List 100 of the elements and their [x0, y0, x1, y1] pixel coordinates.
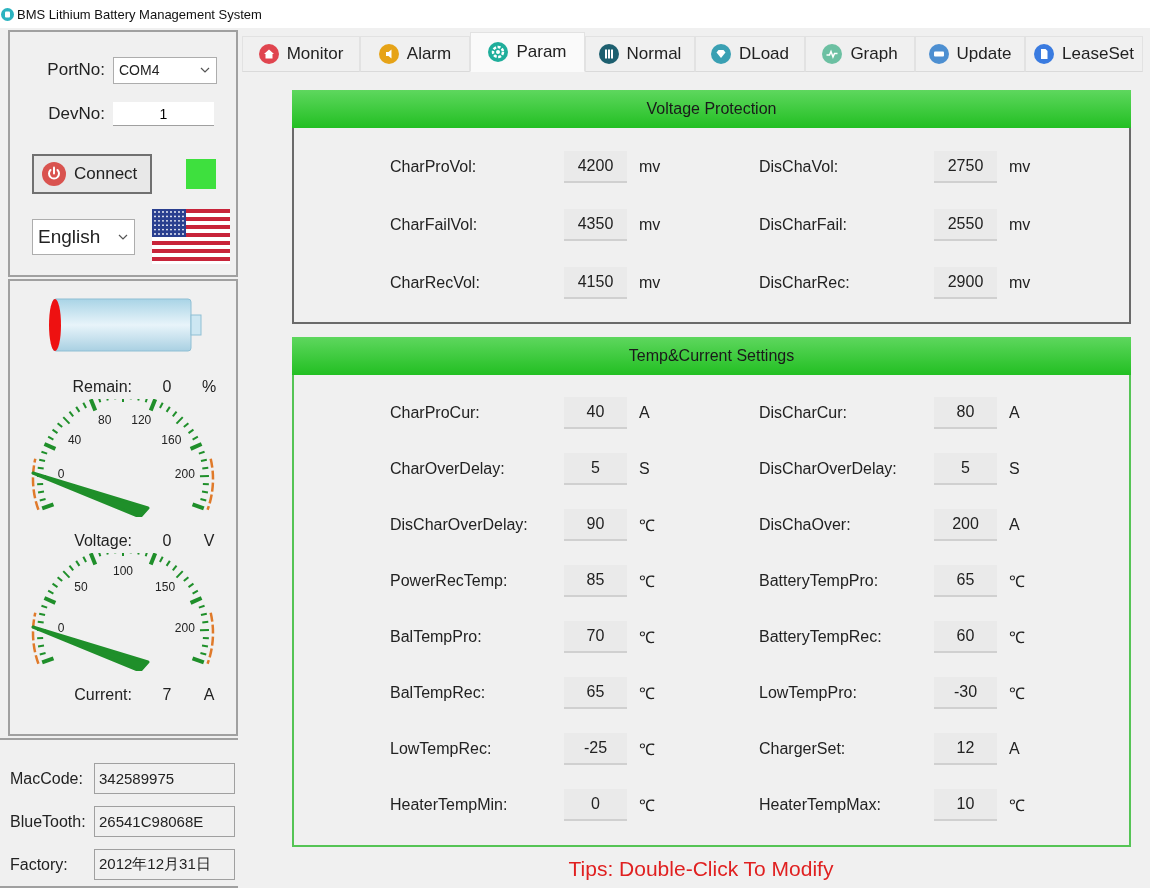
- field-label: DisCharFail:: [759, 216, 848, 234]
- info-label: MacCode:: [10, 769, 84, 788]
- gauge-tick-label: 80: [98, 412, 112, 427]
- tab[interactable]: Graph: [805, 36, 915, 72]
- value-field[interactable]: 80: [934, 397, 997, 429]
- gauge-tick-label: 0: [57, 467, 65, 482]
- field-label: DisCharOverDelay:: [390, 516, 529, 534]
- field-label: ChargerSet:: [759, 740, 847, 758]
- gauge-tick-label: 200: [174, 621, 195, 636]
- field-label: CharProCur:: [390, 404, 481, 422]
- value-field[interactable]: 12: [934, 733, 997, 765]
- value-field[interactable]: 90: [564, 509, 627, 541]
- field-label: DisCharCur:: [759, 404, 848, 422]
- info-label: BlueTooth:: [10, 812, 87, 831]
- info-field[interactable]: 2012年12月31日: [94, 849, 235, 880]
- unit-label: ℃: [1009, 684, 1026, 704]
- gauge-tick-label: 200: [174, 467, 195, 482]
- device-number-field[interactable]: 1: [113, 102, 214, 126]
- reading-value: 7: [161, 686, 173, 705]
- speaker-icon: [378, 44, 399, 64]
- value-field[interactable]: 10: [934, 789, 997, 821]
- value-field[interactable]: 4200: [564, 151, 627, 183]
- field-label: CharFailVol:: [390, 216, 479, 234]
- value-field[interactable]: 70: [564, 621, 627, 653]
- reading-unit: %: [202, 378, 216, 397]
- field-label: CharProVol:: [390, 158, 478, 176]
- value-field[interactable]: 4150: [564, 267, 627, 299]
- tab[interactable]: Param: [470, 32, 585, 72]
- tab[interactable]: DLoad: [695, 36, 805, 72]
- gauge-tick-label: 0: [57, 621, 65, 636]
- gauge-tick-label: 120: [131, 412, 152, 427]
- language-dropdown[interactable]: English: [32, 218, 135, 255]
- unit-label: ℃: [639, 628, 656, 648]
- value-field[interactable]: 65: [564, 677, 627, 709]
- unit-label: ℃: [1009, 628, 1026, 648]
- field-label: CharOverDelay:: [390, 460, 506, 478]
- field-label: BalTempRec:: [390, 684, 487, 702]
- info-field[interactable]: 26541C98068E: [94, 806, 235, 837]
- unit-label: ℃: [1009, 796, 1026, 816]
- tab[interactable]: LeaseSet: [1025, 36, 1143, 72]
- field-label: HeaterTempMin:: [390, 796, 509, 814]
- value-field[interactable]: 5: [934, 453, 997, 485]
- caret-icon: [118, 233, 128, 240]
- unit-label: ℃: [639, 740, 656, 760]
- reading-label: Remain:: [71, 378, 132, 397]
- value-field[interactable]: 2750: [934, 151, 997, 183]
- unit-label: A: [1009, 516, 1021, 534]
- gauge-tick-label: 160: [161, 433, 182, 448]
- field-label: PowerRecTemp:: [390, 572, 509, 590]
- reading-unit: A: [202, 686, 216, 705]
- info-field[interactable]: 342589975: [94, 763, 235, 794]
- value-field[interactable]: -30: [934, 677, 997, 709]
- unit-label: mv: [639, 216, 662, 234]
- unit-label: A: [639, 404, 651, 422]
- value-field[interactable]: 0: [564, 789, 627, 821]
- field-label: LowTempPro:: [759, 684, 858, 702]
- unit-label: ℃: [1009, 572, 1026, 592]
- window-title: BMS Lithium Battery Management System: [17, 6, 262, 22]
- unit-label: mv: [1009, 274, 1032, 292]
- value-field[interactable]: 40: [564, 397, 627, 429]
- value-field[interactable]: 200: [934, 509, 997, 541]
- reading-value: 0: [161, 532, 173, 551]
- device-label: DevNo:: [47, 104, 106, 124]
- field-label: BatteryTempRec:: [759, 628, 883, 646]
- reading-label: Current:: [73, 686, 132, 705]
- value-field[interactable]: -25: [564, 733, 627, 765]
- unit-label: mv: [639, 274, 662, 292]
- value-field[interactable]: 5: [564, 453, 627, 485]
- value-field[interactable]: 2900: [934, 267, 997, 299]
- field-label: LowTempRec:: [390, 740, 493, 758]
- unit-label: S: [639, 460, 651, 478]
- panel-header: Temp&Current Settings: [292, 337, 1131, 375]
- bars-icon: [598, 44, 619, 64]
- field-label: DisChaOver:: [759, 516, 852, 534]
- value-field[interactable]: 60: [934, 621, 997, 653]
- tab[interactable]: Update: [915, 36, 1025, 72]
- unit-label: A: [1009, 740, 1021, 758]
- caret-icon: [200, 67, 210, 73]
- field-label: CharRecVol:: [390, 274, 481, 292]
- battery-icon: [928, 44, 949, 64]
- unit-label: S: [1009, 460, 1021, 478]
- gauge-tick-label: 50: [74, 580, 88, 595]
- value-field[interactable]: 85: [564, 565, 627, 597]
- field-label: HeaterTempMax:: [759, 796, 882, 814]
- tips-text: Tips: Double-Click To Modify: [568, 857, 834, 881]
- value-field[interactable]: 2550: [934, 209, 997, 241]
- tab[interactable]: Alarm: [360, 36, 470, 72]
- port-dropdown[interactable]: COM4: [113, 56, 217, 84]
- unit-label: ℃: [639, 796, 656, 816]
- tab[interactable]: Normal: [585, 36, 695, 72]
- unit-label: mv: [639, 158, 662, 176]
- gauge-tick-label: 100: [113, 564, 133, 579]
- connect-button[interactable]: Connect: [32, 154, 152, 194]
- value-field[interactable]: 65: [934, 565, 997, 597]
- gear-icon: [488, 42, 509, 62]
- tab[interactable]: Monitor: [242, 36, 360, 72]
- unit-label: mv: [1009, 158, 1032, 176]
- unit-label: ℃: [639, 572, 656, 592]
- value-field[interactable]: 4350: [564, 209, 627, 241]
- info-label: Factory:: [10, 855, 69, 874]
